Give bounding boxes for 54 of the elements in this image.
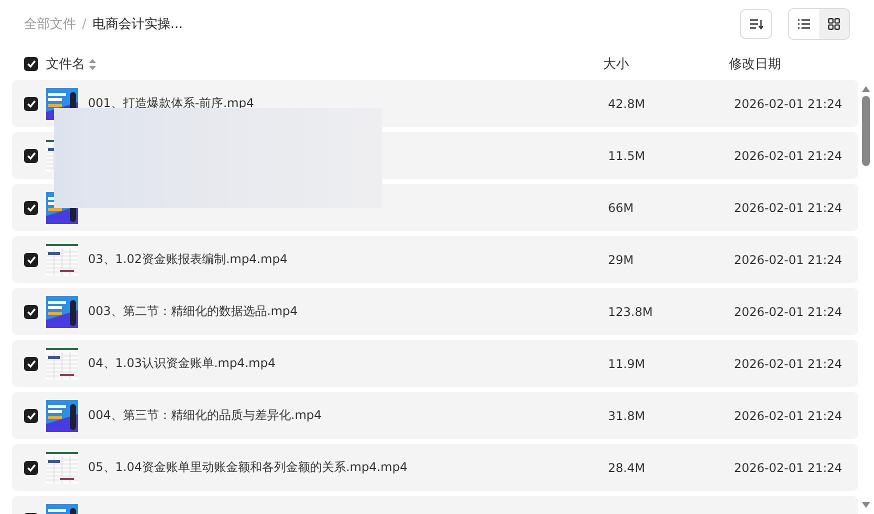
row-checkbox[interactable] bbox=[24, 408, 38, 422]
scroll-up-icon[interactable] bbox=[862, 86, 870, 92]
file-row[interactable]: 04、1.03认识资金账单.mp4.mp4 11.9M 2026-02-01 21:24 bbox=[12, 340, 858, 387]
file-size: 66M bbox=[608, 200, 635, 214]
modified-date: 2026-02-01 21:24 bbox=[734, 252, 842, 266]
sort-button[interactable] bbox=[740, 9, 772, 39]
modified-column-header[interactable]: 修改日期 bbox=[729, 55, 781, 73]
file-size: 29M bbox=[608, 252, 635, 266]
file-size: 31.8M bbox=[608, 408, 646, 422]
file-name: 04、1.03认识资金账单.mp4.mp4 bbox=[88, 356, 276, 370]
file-name: 004、第三节：精细化的品质与差异化.mp4 bbox=[88, 408, 322, 422]
row-checkbox[interactable] bbox=[24, 252, 38, 266]
file-row[interactable]: 03、1.02资金账报表编制.mp4.mp4 29M 2026-02-01 21:24 bbox=[12, 236, 858, 283]
file-row[interactable]: 05、1.04资金账单里动账金额和各列金额的关系.mp4.mp4 28.4M 2026-02-01 21:24 bbox=[12, 444, 858, 491]
file-name: 05、1.04资金账单里动账金额和各列金额的关系.mp4.mp4 bbox=[88, 460, 408, 474]
scrollbar-thumb[interactable] bbox=[862, 96, 870, 166]
row-checkbox[interactable] bbox=[24, 200, 38, 214]
name-column-header[interactable]: 文件名 bbox=[46, 55, 85, 73]
file-row[interactable]: 003、第二节：精细化的数据选品.mp4 123.8M 2026-02-01 21:24 bbox=[12, 288, 858, 335]
row-checkbox[interactable] bbox=[24, 460, 38, 474]
select-all-checkbox[interactable] bbox=[24, 57, 38, 71]
modified-date: 2026-02-01 21:24 bbox=[734, 304, 842, 318]
modified-date: 2026-02-01 21:24 bbox=[734, 356, 842, 370]
file-size: 11.9M bbox=[608, 356, 646, 370]
spreadsheet-thumbnail bbox=[46, 348, 78, 380]
row-checkbox[interactable] bbox=[24, 148, 38, 162]
grid-icon bbox=[828, 18, 840, 30]
grid-view-button[interactable] bbox=[819, 9, 849, 39]
row-checkbox[interactable] bbox=[24, 96, 38, 110]
row-checkbox[interactable] bbox=[24, 356, 38, 370]
scroll-down-icon[interactable] bbox=[862, 502, 870, 508]
sort-icon bbox=[749, 18, 763, 30]
file-size: 42.8M bbox=[608, 96, 646, 110]
video-thumbnail bbox=[46, 400, 78, 432]
breadcrumb-separator: / bbox=[82, 16, 86, 32]
size-column-header[interactable]: 大小 bbox=[603, 55, 729, 73]
modified-date: 2026-02-01 21:24 bbox=[734, 408, 842, 422]
modified-date: 2026-02-01 21:24 bbox=[734, 200, 842, 214]
file-size: 11.5M bbox=[608, 148, 646, 162]
spreadsheet-thumbnail bbox=[46, 452, 78, 484]
list-icon bbox=[798, 19, 810, 29]
breadcrumb-item: 电商会计实操... bbox=[92, 16, 183, 33]
modified-date: 2026-02-01 21:24 bbox=[734, 148, 842, 162]
modified-date: 2026-02-01 21:24 bbox=[734, 96, 842, 110]
file-size: 123.8M bbox=[608, 304, 654, 318]
file-name: 03、1.02资金账报表编制.mp4.mp4 bbox=[88, 252, 288, 266]
modified-date: 2026-02-01 21:24 bbox=[734, 460, 842, 474]
file-row[interactable]: 004、第三节：精细化的品质与差异化.mp4 31.8M 2026-02-01 21:24 bbox=[12, 392, 858, 439]
row-checkbox[interactable] bbox=[24, 304, 38, 318]
file-size: 28.4M bbox=[608, 460, 646, 474]
spreadsheet-thumbnail bbox=[46, 244, 78, 276]
sort-arrows-icon[interactable] bbox=[89, 58, 96, 70]
file-name: 003、第二节：精细化的数据选品.mp4 bbox=[88, 304, 298, 318]
video-thumbnail bbox=[46, 296, 78, 328]
